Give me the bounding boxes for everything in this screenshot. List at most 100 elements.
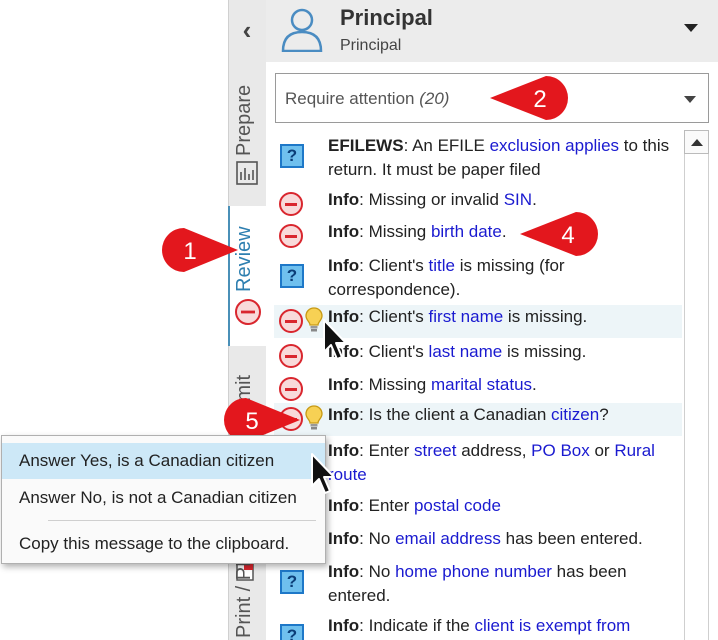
message-text: Info: Enter postal code	[328, 494, 678, 518]
callout-label: 5	[245, 408, 258, 435]
scroll-up-button[interactable]	[684, 130, 709, 154]
message-link[interactable]: client is exempt from	[474, 616, 630, 635]
message-row[interactable]: Info: Missing marital status.	[274, 373, 682, 403]
message-link[interactable]: citizen	[551, 405, 599, 424]
message-row[interactable]: Info: Is the client a Canadian citizen?	[274, 403, 682, 436]
message-link[interactable]: last name	[429, 342, 503, 361]
tab-prepare[interactable]: Prepare	[233, 85, 256, 156]
message-fragment: .	[532, 375, 537, 394]
message-link[interactable]: email address	[395, 529, 501, 548]
message-text: Info: Client's title is missing (for cor…	[328, 254, 678, 302]
message-label: Info	[328, 190, 360, 209]
message-text: Info: Is the client a Canadian citizen?	[328, 403, 678, 427]
message-label: Info	[328, 405, 360, 424]
message-fragment: is missing.	[503, 307, 588, 326]
message-link[interactable]: SIN	[504, 190, 532, 209]
message-text: Info: No email address has been entered.	[328, 527, 678, 551]
message-link[interactable]: postal code	[414, 496, 501, 515]
menu-item-answer-yes[interactable]: Answer Yes, is a Canadian citizen	[2, 443, 325, 479]
message-link[interactable]: title	[429, 256, 455, 275]
message-label: Info	[328, 616, 360, 635]
help-icon: ?	[280, 144, 304, 168]
message-link[interactable]: marital status	[431, 375, 532, 394]
callout-marker: 1	[162, 228, 238, 272]
message-row[interactable]: Info: No email address has been entered.	[274, 527, 682, 559]
message-label: EFILEWS	[328, 136, 404, 155]
message-label: Info	[328, 496, 360, 515]
message-label: Info	[328, 256, 360, 275]
lightbulb-icon[interactable]	[305, 307, 323, 333]
message-row[interactable]: Info: Missing or invalid SIN.	[274, 188, 682, 218]
message-fragment: : Missing	[359, 375, 431, 394]
message-fragment: : Missing or invalid	[359, 190, 504, 209]
filter-label: Require attention (20)	[285, 89, 450, 108]
message-row[interactable]: ? Info: No home phone number has been ent…	[274, 560, 682, 612]
context-menu: Answer Yes, is a Canadian citizen Answer…	[1, 435, 326, 564]
messages-scrollbar[interactable]	[684, 130, 709, 640]
form-icon	[236, 161, 258, 185]
message-text: Info: Missing or invalid SIN.	[328, 188, 678, 212]
callout-marker: 4	[520, 212, 598, 256]
help-icon: ?	[280, 570, 304, 594]
message-fragment: .	[501, 222, 507, 241]
help-icon: ?	[280, 624, 304, 640]
chevron-down-icon[interactable]	[684, 24, 698, 32]
application-window: Principal Principal ‹ Prepare Review Tra…	[0, 0, 718, 640]
message-text: EFILEWS: An EFILE exclusion applies to t…	[328, 134, 678, 182]
message-fragment: address,	[456, 441, 532, 460]
message-fragment: : Client's	[359, 307, 429, 326]
message-link[interactable]: home phone number	[395, 562, 552, 581]
callout-label: 1	[183, 238, 196, 265]
message-text: Info: No home phone number has been ente…	[328, 560, 678, 608]
message-label: Info	[328, 222, 360, 241]
person-icon	[281, 8, 323, 52]
error-icon	[279, 309, 303, 333]
chevron-down-icon	[684, 96, 696, 103]
error-icon	[235, 299, 261, 325]
message-text: Info: Enter street address, PO Box or Ru…	[328, 439, 678, 487]
message-fragment: is missing.	[502, 342, 587, 361]
message-link[interactable]: street	[414, 441, 457, 460]
message-link[interactable]: PO Box	[531, 441, 590, 460]
message-row[interactable]: ? Info: Client's title is missing (for co…	[274, 254, 682, 304]
message-label: Info	[328, 562, 360, 581]
message-link[interactable]: first name	[429, 307, 504, 326]
message-fragment: ?	[599, 405, 609, 424]
callout-marker: 2	[490, 76, 568, 120]
message-fragment: has been entered.	[500, 529, 643, 548]
message-fragment: or	[589, 441, 615, 460]
message-row[interactable]: ? EFILEWS: An EFILE exclusion applies to …	[274, 134, 682, 186]
message-fragment: : Missing	[359, 222, 431, 241]
error-icon	[279, 344, 303, 368]
message-text: Info: Client's first name is missing.	[328, 305, 678, 329]
client-name: Principal	[340, 5, 433, 30]
message-fragment: : No	[359, 529, 396, 548]
callout-label: 4	[561, 222, 574, 249]
menu-item-answer-no[interactable]: Answer No, is not a Canadian citizen	[2, 480, 325, 516]
message-fragment: .	[532, 190, 537, 209]
message-link[interactable]: birth date	[431, 222, 502, 241]
message-text: Info: Client's last name is missing.	[328, 340, 678, 364]
message-fragment: : No	[359, 562, 396, 581]
message-text: Info: Indicate if the client is exempt f…	[328, 614, 678, 638]
message-link[interactable]: exclusion applies	[490, 136, 619, 155]
error-icon	[279, 224, 303, 248]
error-icon	[279, 192, 303, 216]
message-fragment: : An EFILE	[403, 136, 490, 155]
menu-item-copy-message[interactable]: Copy this message to the clipboard.	[2, 526, 325, 562]
lightbulb-icon[interactable]	[305, 405, 323, 431]
message-text: Info: Missing marital status.	[328, 373, 678, 397]
message-fragment: : Client's	[359, 342, 429, 361]
message-fragment: : Is the client a Canadian	[359, 405, 551, 424]
mouse-cursor-icon	[323, 319, 347, 360]
collapse-panel-button[interactable]: ‹	[236, 16, 258, 44]
message-row[interactable]: Info: Enter postal code	[274, 494, 682, 525]
menu-separator	[48, 520, 316, 521]
client-header[interactable]	[266, 0, 718, 62]
message-row[interactable]: ? Info: Indicate if the client is exempt …	[274, 614, 682, 640]
message-fragment: : Enter	[359, 441, 414, 460]
callout-label: 2	[533, 86, 546, 113]
message-row[interactable]: Info: Missing birth date.	[274, 220, 682, 252]
mouse-cursor-icon	[311, 453, 335, 494]
help-icon: ?	[280, 264, 304, 288]
